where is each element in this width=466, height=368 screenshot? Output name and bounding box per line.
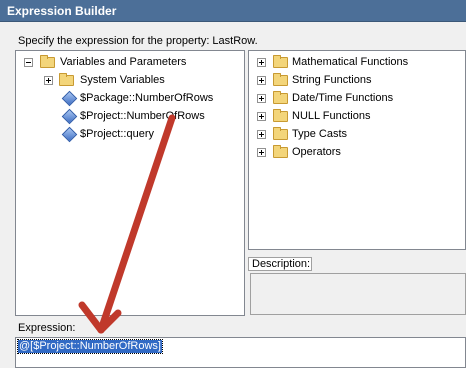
property-prompt: Specify the expression for the property:…	[18, 35, 258, 47]
tree-item-datetime-functions[interactable]: Date/Time Functions	[257, 90, 462, 106]
tree-item-operators[interactable]: Operators	[257, 144, 462, 160]
folder-icon	[273, 145, 288, 158]
tree-item-label: Type Casts	[292, 128, 348, 140]
expression-selected-text[interactable]: @[$Project::NumberOfRows]	[17, 339, 163, 354]
tree-item-system-variables[interactable]: System Variables	[44, 72, 234, 88]
tree-item-label: $Project::query	[80, 128, 154, 140]
tree-item-null-functions[interactable]: NULL Functions	[257, 108, 462, 124]
tree-item-variables-and-parameters[interactable]: Variables and Parameters	[24, 54, 234, 70]
tree-item-mathematical-functions[interactable]: Mathematical Functions	[257, 54, 462, 70]
expand-icon[interactable]	[257, 58, 266, 67]
folder-icon	[273, 109, 288, 122]
parameter-icon	[61, 90, 78, 107]
tree-item-string-functions[interactable]: String Functions	[257, 72, 462, 88]
tree-item-label: System Variables	[80, 74, 165, 86]
parameter-icon	[61, 108, 78, 125]
tree-item-project-query[interactable]: $Project::query	[61, 126, 237, 143]
folder-icon	[273, 127, 288, 140]
expression-input[interactable]: @[$Project::NumberOfRows]	[15, 337, 466, 368]
tree-item-label: Variables and Parameters	[60, 56, 187, 68]
expand-icon[interactable]	[257, 94, 266, 103]
tree-item-package-numberofrows[interactable]: $Package::NumberOfRows	[61, 90, 237, 107]
functions-tree-pane[interactable]: Mathematical Functions String Functions …	[248, 50, 466, 250]
expand-icon[interactable]	[257, 76, 266, 85]
tree-item-label: Operators	[292, 146, 341, 158]
tree-item-label: Date/Time Functions	[292, 92, 394, 104]
folder-icon	[40, 55, 55, 68]
folder-icon	[273, 55, 288, 68]
folder-icon	[273, 91, 288, 104]
tree-item-label: NULL Functions	[292, 110, 371, 122]
expression-label: Expression:	[18, 322, 76, 334]
variables-tree-pane[interactable]: Variables and Parameters System Variable…	[15, 50, 245, 316]
tree-item-project-numberofrows[interactable]: $Project::NumberOfRows	[61, 108, 237, 125]
collapse-icon[interactable]	[24, 58, 33, 67]
expand-icon[interactable]	[257, 130, 266, 139]
expand-icon[interactable]	[44, 76, 53, 85]
tree-item-type-casts[interactable]: Type Casts	[257, 126, 462, 142]
expand-icon[interactable]	[257, 112, 266, 121]
description-panel	[250, 273, 466, 315]
folder-icon	[273, 73, 288, 86]
expand-icon[interactable]	[257, 148, 266, 157]
parameter-icon	[61, 126, 78, 143]
folder-icon	[59, 73, 74, 86]
tree-item-label: $Package::NumberOfRows	[80, 92, 214, 104]
tree-item-label: String Functions	[292, 74, 372, 86]
description-label: Description:	[248, 257, 312, 271]
tree-item-label: Mathematical Functions	[292, 56, 409, 68]
window-title: Expression Builder	[0, 0, 466, 22]
tree-item-label: $Project::NumberOfRows	[80, 110, 205, 122]
